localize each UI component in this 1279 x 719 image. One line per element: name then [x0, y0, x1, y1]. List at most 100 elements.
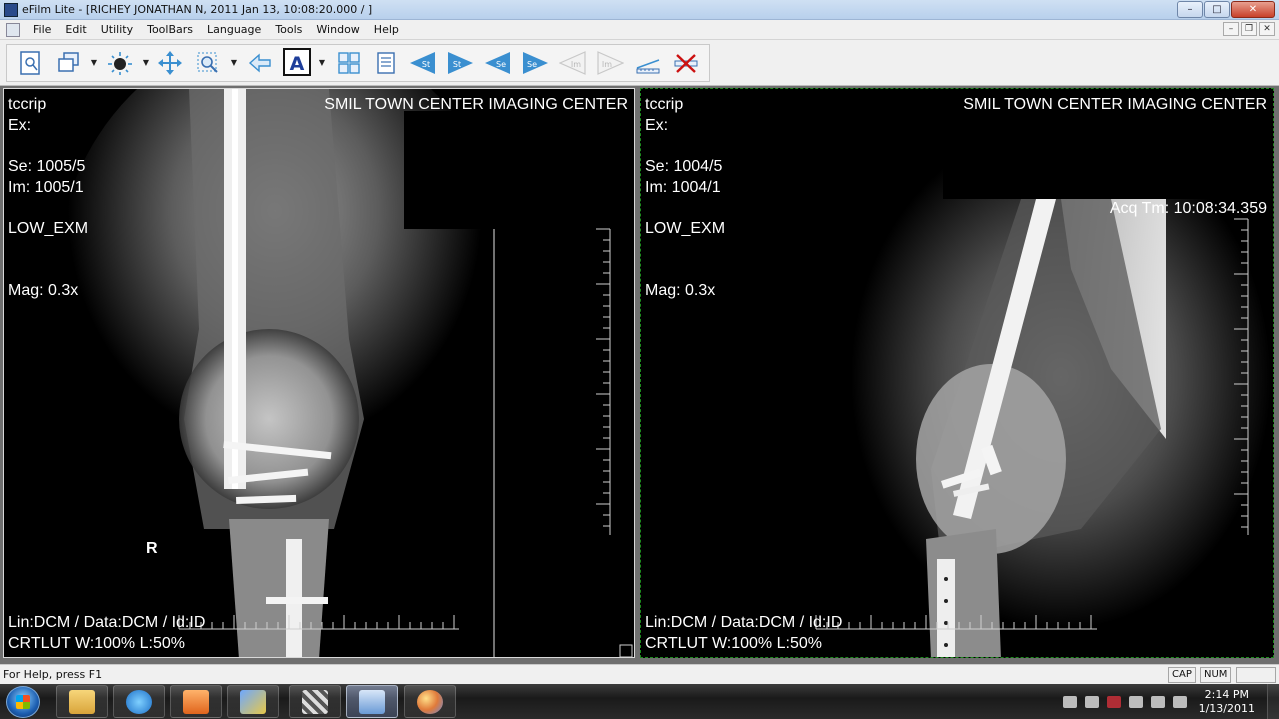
taskbar-efilm[interactable]: [346, 685, 398, 718]
magnification-label: Mag: 0.3x: [8, 282, 79, 299]
orientation-marker: R: [146, 540, 158, 557]
taskbar-film-reel[interactable]: [289, 685, 341, 718]
clock-time: 2:14 PM: [1204, 687, 1249, 701]
windows-logo-icon: [16, 695, 30, 709]
prev-study-button[interactable]: St: [409, 50, 437, 76]
series-icon: [55, 50, 81, 76]
start-button[interactable]: [6, 686, 40, 718]
document-icon[interactable]: [6, 22, 20, 37]
back-arrow-icon: [247, 50, 273, 76]
image-label: Im: 1005/1: [8, 179, 84, 196]
next-study-icon: St: [446, 50, 474, 76]
taskbar-clock[interactable]: 2:14 PM 1/13/2011: [1191, 688, 1267, 716]
next-study-button[interactable]: St: [446, 50, 474, 76]
caps-lock-indicator: CAP: [1168, 667, 1196, 683]
system-tray: 2:14 PM 1/13/2011: [1059, 684, 1279, 719]
prev-series-button[interactable]: Se: [484, 50, 512, 76]
menu-file[interactable]: File: [26, 23, 58, 36]
internet-explorer-icon: [126, 689, 152, 714]
annotation-dropdown-arrow[interactable]: ▼: [318, 58, 326, 68]
menu-edit[interactable]: Edit: [58, 23, 93, 36]
prev-series-icon: Se: [484, 50, 512, 76]
menu-window[interactable]: Window: [309, 23, 366, 36]
volume-icon[interactable]: [1128, 695, 1143, 708]
delete-measure-button[interactable]: [672, 50, 700, 76]
zoom-icon: [195, 50, 221, 76]
wifi-signal-icon[interactable]: [1172, 695, 1187, 708]
xray-image-left: [4, 89, 634, 657]
layout-button[interactable]: [335, 50, 363, 76]
annotation-icon: A: [283, 48, 311, 76]
show-desktop-button[interactable]: [1267, 684, 1279, 719]
series-label: Se: 1005/5: [8, 158, 86, 175]
title-bar: eFilm Lite - [RICHEY JONATHAN N, 2011 Ja…: [0, 0, 1279, 20]
protocol-label: LOW_EXM: [8, 220, 89, 237]
maximize-button[interactable]: □: [1204, 1, 1230, 18]
svg-text:Im: Im: [602, 60, 612, 69]
viewport-right[interactable]: tccrip Ex: Se: 1004/5 Im: 1004/1 LOW_EXM…: [640, 88, 1274, 658]
svg-text:Se: Se: [496, 60, 506, 69]
notes-icon: [373, 50, 399, 76]
annotation-button[interactable]: A: [283, 48, 311, 76]
delete-measure-icon: [672, 50, 700, 76]
taskbar-internet-explorer[interactable]: [113, 685, 165, 718]
taskbar-network-tool[interactable]: [227, 685, 279, 718]
minimize-button[interactable]: –: [1177, 1, 1203, 18]
svg-text:St: St: [453, 60, 461, 69]
patient-label: tccrip: [8, 96, 47, 113]
taskbar-media-player[interactable]: [170, 685, 222, 718]
menu-toolbars[interactable]: ToolBars: [140, 23, 200, 36]
back-button[interactable]: [246, 50, 274, 76]
clock-date: 1/13/2011: [1198, 701, 1255, 715]
taskbar-paint[interactable]: [404, 685, 456, 718]
svg-text:A: A: [290, 53, 305, 75]
efilm-icon: [359, 689, 385, 714]
institution-label: SMIL TOWN CENTER IMAGING CENTER: [963, 96, 1267, 113]
taskbar: 2:14 PM 1/13/2011: [0, 684, 1279, 719]
zoom-button[interactable]: [194, 50, 222, 76]
window-level-icon: [107, 50, 133, 76]
menu-tools[interactable]: Tools: [268, 23, 309, 36]
prev-image-icon: Im: [559, 50, 587, 76]
close-button[interactable]: ✕: [1231, 1, 1275, 18]
report-button-main[interactable]: [17, 50, 45, 76]
security-shield-icon[interactable]: [1106, 695, 1121, 708]
media-player-icon: [183, 689, 209, 714]
prev-image-button[interactable]: Im: [559, 50, 587, 76]
window-controls: – □ ✕: [1177, 1, 1275, 18]
pan-button[interactable]: [156, 50, 184, 76]
menu-utility[interactable]: Utility: [94, 23, 140, 36]
battery-icon[interactable]: [1150, 695, 1165, 708]
action-center-icon[interactable]: [1062, 695, 1077, 708]
acquisition-time-label: Acq Tm: 10:08:34.359: [1109, 200, 1267, 217]
zoom-dropdown-arrow[interactable]: ▼: [230, 58, 238, 68]
mdi-close-button[interactable]: ✕: [1259, 22, 1275, 36]
notes-button[interactable]: [372, 50, 400, 76]
viewport-left[interactable]: tccrip Ex: Se: 1005/5 Im: 1005/1 LOW_EXM…: [3, 88, 635, 658]
window-title: eFilm Lite - [RICHEY JONATHAN N, 2011 Ja…: [22, 3, 373, 16]
protocol-label: LOW_EXM: [645, 220, 726, 237]
mdi-minimize-button[interactable]: –: [1223, 22, 1239, 36]
image-viewer: tccrip Ex: Se: 1005/5 Im: 1005/1 LOW_EXM…: [0, 86, 1279, 664]
magnification-label: Mag: 0.3x: [645, 282, 716, 299]
next-image-button[interactable]: Im: [596, 50, 624, 76]
taskbar-explorer[interactable]: [56, 685, 108, 718]
status-bar: For Help, press F1 CAP NUM: [0, 664, 1279, 684]
film-reel-icon: [302, 689, 328, 714]
svg-text:Se: Se: [527, 60, 537, 69]
flag-icon[interactable]: [1084, 695, 1099, 708]
menu-help[interactable]: Help: [367, 23, 406, 36]
lut-info-label: Lin:DCM / Data:DCM / Id:ID: [645, 614, 843, 631]
series-button[interactable]: [54, 50, 82, 76]
mdi-restore-button[interactable]: ❐: [1241, 22, 1257, 36]
series-dropdown-arrow[interactable]: ▼: [90, 58, 98, 68]
next-series-button[interactable]: Se: [521, 50, 549, 76]
status-help-text: For Help, press F1: [3, 668, 103, 681]
window-level-button[interactable]: [106, 50, 134, 76]
window-info-label: CRTLUT W:100% L:50%: [645, 635, 822, 652]
window-level-dropdown-arrow[interactable]: ▼: [142, 58, 150, 68]
num-lock-indicator: NUM: [1200, 667, 1232, 683]
ruler-button[interactable]: [634, 50, 662, 76]
pan-icon: [157, 50, 183, 76]
menu-language[interactable]: Language: [200, 23, 268, 36]
